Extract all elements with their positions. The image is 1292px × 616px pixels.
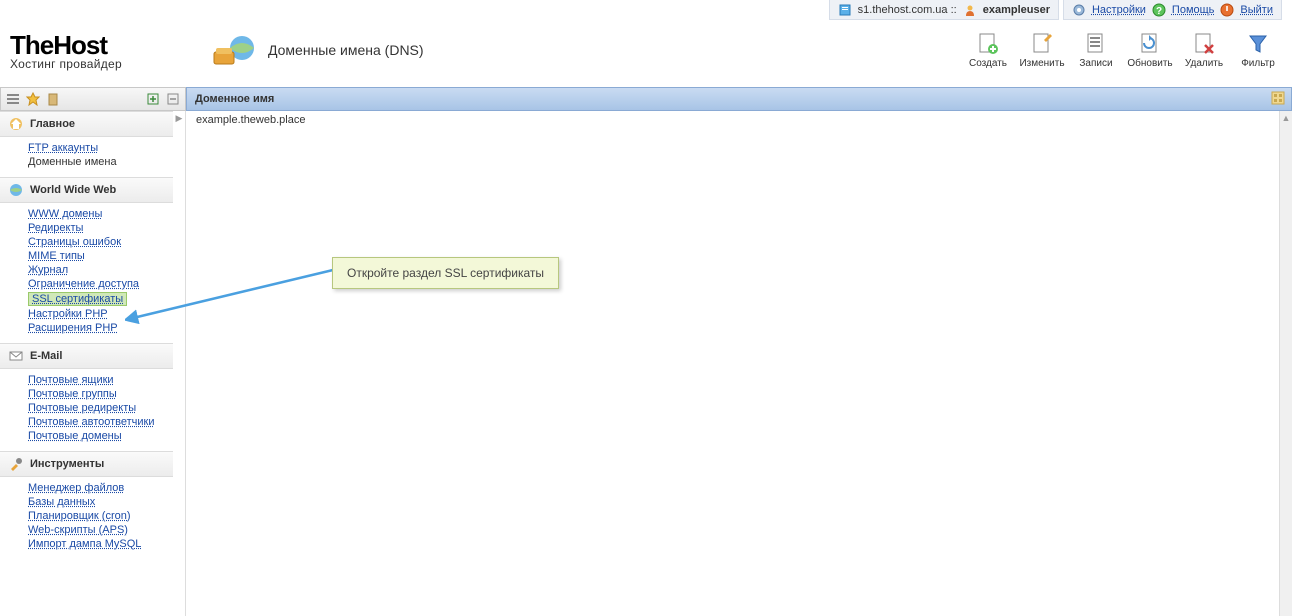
filter-button[interactable]: Фильтр: [1234, 28, 1282, 71]
refresh-icon: [1136, 30, 1164, 58]
server-icon: [838, 3, 852, 17]
sidebar-item-filemanager[interactable]: Менеджер файлов: [28, 482, 124, 494]
delete-icon: [1190, 30, 1218, 58]
chevron-up-icon: ▲: [1280, 111, 1292, 123]
topbar: s1.thehost.com.ua :: exampleuser Настрой…: [829, 0, 1292, 20]
chevron-right-icon[interactable]: ▶: [173, 111, 185, 124]
sidebar-item-wwwdomains[interactable]: WWW домены: [28, 208, 102, 220]
logo: TheHost Хостинг провайдер: [10, 30, 185, 71]
delete-label: Удалить: [1185, 58, 1223, 69]
logout-icon: [1220, 3, 1234, 17]
home-icon: [8, 116, 24, 132]
sidebar-item-mailgroups[interactable]: Почтовые группы: [28, 388, 117, 400]
sidebar-item-mailredirects[interactable]: Почтовые редиректы: [28, 402, 136, 414]
records-label: Записи: [1079, 58, 1112, 69]
sidebar-item-databases[interactable]: Базы данных: [28, 496, 95, 508]
section-tools-label: Инструменты: [30, 458, 104, 470]
refresh-button[interactable]: Обновить: [1126, 28, 1174, 71]
mail-icon: [8, 348, 24, 364]
sidebar-item-log[interactable]: Журнал: [28, 264, 68, 276]
sidebar-item-autoresponders[interactable]: Почтовые автоответчики: [28, 416, 154, 428]
section-email-label: E-Mail: [30, 350, 62, 362]
help-link[interactable]: Помощь: [1172, 4, 1215, 16]
main-toolbar: Создать Изменить Записи Обновить Удалить…: [964, 28, 1282, 71]
collapse-icon[interactable]: [165, 91, 181, 107]
domain-cell: example.theweb.place: [196, 114, 305, 126]
topbar-links: Настройки ? Помощь Выйти: [1063, 0, 1282, 20]
content-area: example.theweb.place: [186, 111, 1292, 616]
sidebar-item-ssl[interactable]: SSL сертификаты: [28, 292, 127, 306]
create-icon: [974, 30, 1002, 58]
section-www-label: World Wide Web: [30, 184, 116, 196]
column-header[interactable]: Доменное имя: [186, 87, 1292, 111]
records-icon: [1082, 30, 1110, 58]
star-icon[interactable]: [25, 91, 41, 107]
sidebar-item-cron[interactable]: Планировщик (cron): [28, 510, 131, 522]
sidebar-item-domains[interactable]: Доменные имена: [28, 156, 117, 168]
server-label: s1.thehost.com.ua ::: [858, 4, 957, 16]
tools-icon: [8, 456, 24, 472]
side-toolbar: [0, 87, 186, 111]
settings-link[interactable]: Настройки: [1092, 4, 1146, 16]
column-header-label: Доменное имя: [195, 93, 274, 105]
sidebar-item-maildomains[interactable]: Почтовые домены: [28, 430, 122, 442]
user-icon: [963, 3, 977, 17]
sidebar-item-redirects[interactable]: Редиректы: [28, 222, 83, 234]
records-button[interactable]: Записи: [1072, 28, 1120, 71]
callout-text: Откройте раздел SSL сертификаты: [347, 266, 544, 280]
create-button[interactable]: Создать: [964, 28, 1012, 71]
user-label: exampleuser: [983, 4, 1050, 16]
page-title: Доменные имена (DNS): [268, 42, 424, 58]
server-info: s1.thehost.com.ua :: exampleuser: [829, 0, 1059, 20]
sidebar-item-mysqlimport[interactable]: Импорт дампа MySQL: [28, 538, 141, 550]
table-row[interactable]: example.theweb.place: [186, 111, 1292, 129]
gear-icon: [1072, 3, 1086, 17]
help-icon: ?: [1152, 3, 1166, 17]
clipboard-icon[interactable]: [45, 91, 61, 107]
sidebar-item-phpsettings[interactable]: Настройки PHP: [28, 308, 108, 320]
column-settings-icon[interactable]: [1271, 91, 1287, 107]
sidebar-item-errorpages[interactable]: Страницы ошибок: [28, 236, 121, 248]
svg-text:?: ?: [1156, 6, 1162, 17]
filter-icon: [1244, 30, 1272, 58]
callout-tooltip: Откройте раздел SSL сертификаты: [332, 257, 559, 289]
sidebar-item-accesslimit[interactable]: Ограничение доступа: [28, 278, 139, 290]
sidebar-item-webscripts[interactable]: Web-скрипты (APS): [28, 524, 128, 536]
section-main-label: Главное: [30, 118, 75, 130]
scrollbar[interactable]: ▲: [1279, 111, 1292, 616]
arrow-column: ▶: [173, 111, 186, 616]
refresh-label: Обновить: [1127, 58, 1172, 69]
filter-label: Фильтр: [1241, 58, 1275, 69]
delete-button[interactable]: Удалить: [1180, 28, 1228, 71]
section-www[interactable]: World Wide Web: [0, 177, 185, 203]
edit-label: Изменить: [1019, 58, 1064, 69]
logout-link[interactable]: Выйти: [1240, 4, 1273, 16]
sidebar-item-mailboxes[interactable]: Почтовые ящики: [28, 374, 114, 386]
create-label: Создать: [969, 58, 1007, 69]
edit-button[interactable]: Изменить: [1018, 28, 1066, 71]
expand-icon[interactable]: [145, 91, 161, 107]
sidebar-item-mime[interactable]: MIME типы: [28, 250, 85, 262]
edit-icon: [1028, 30, 1056, 58]
globe-icon: [8, 182, 24, 198]
page-icon: [210, 30, 258, 70]
sidebar: Главное FTP аккаунты Доменные имена Worl…: [0, 111, 186, 616]
section-email[interactable]: E-Mail: [0, 343, 185, 369]
section-main[interactable]: Главное: [0, 111, 185, 137]
logo-subtitle: Хостинг провайдер: [10, 57, 185, 71]
sidebar-item-ftp[interactable]: FTP аккаунты: [28, 142, 98, 154]
section-tools[interactable]: Инструменты: [0, 451, 185, 477]
list-icon[interactable]: [5, 91, 21, 107]
sidebar-item-phpext[interactable]: Расширения PHP: [28, 322, 118, 334]
